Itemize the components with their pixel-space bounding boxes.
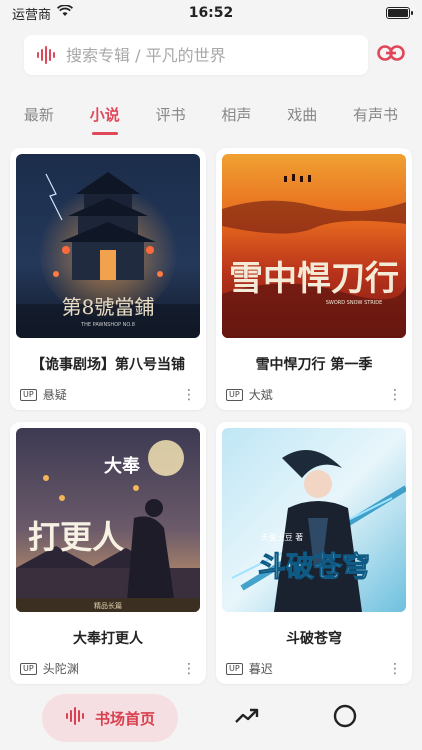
- album-author: 暮迟: [248, 662, 273, 676]
- album-cover[interactable]: 天蚕土豆 著 斗破苍穹: [222, 428, 406, 612]
- cover-title-text: 打更人: [28, 518, 124, 556]
- album-card[interactable]: 天蚕土豆 著 斗破苍穹 斗破苍穹 UP 暮迟 ⋮: [216, 422, 412, 684]
- search-input[interactable]: [66, 45, 326, 65]
- tab-crosstalk[interactable]: 相声: [217, 96, 255, 133]
- carrier-label: 运营商: [12, 7, 52, 23]
- nav-home-button[interactable]: 书场首页: [42, 694, 178, 742]
- link-button[interactable]: [374, 38, 408, 72]
- cover-subtitle-text: THE PAWNSHOP NO.8: [80, 322, 135, 328]
- tab-audiobook[interactable]: 有声书: [349, 96, 402, 133]
- tab-latest[interactable]: 最新: [20, 96, 58, 133]
- link-icon: [377, 45, 405, 65]
- status-bar: 运营商 16:52: [0, 0, 422, 26]
- album-cover[interactable]: 大奉 打更人 精品长篇: [16, 428, 200, 612]
- album-meta: UP 头陀渊 ⋮: [16, 660, 200, 677]
- album-title: 【诡事剧场】第八号当铺: [31, 357, 185, 373]
- cover-title-text: 雪中悍刀行: [229, 259, 399, 299]
- search-box[interactable]: [24, 35, 368, 75]
- album-title: 雪中悍刀行 第一季: [255, 357, 373, 373]
- status-left: 运营商: [12, 4, 74, 23]
- status-right: [386, 7, 413, 19]
- search-row: [24, 34, 408, 76]
- up-badge: UP: [20, 662, 37, 675]
- category-tabs: 最新 小说 评书 相声 戏曲 有声书: [0, 92, 422, 136]
- album-author: 大斌: [248, 388, 273, 402]
- cover-title-text: 斗破苍穹: [258, 550, 370, 583]
- nav-trending-button[interactable]: [234, 705, 260, 731]
- up-badge: UP: [20, 388, 37, 401]
- album-cover[interactable]: 第8號當鋪 THE PAWNSHOP NO.8: [16, 154, 200, 338]
- album-author: 悬疑: [42, 388, 67, 402]
- bottom-nav: 书场首页: [0, 686, 422, 750]
- trending-up-icon: [235, 708, 259, 728]
- wifi-icon: [56, 4, 74, 21]
- tab-opera[interactable]: 戏曲: [283, 96, 321, 133]
- more-vertical-icon[interactable]: ⋮: [182, 661, 196, 677]
- cover-subtitle-text: 精品长篇: [94, 601, 122, 610]
- more-vertical-icon[interactable]: ⋮: [182, 387, 196, 403]
- album-meta: UP 大斌 ⋮: [222, 386, 406, 403]
- album-meta: UP 暮迟 ⋮: [222, 660, 406, 677]
- more-vertical-icon[interactable]: ⋮: [388, 387, 402, 403]
- album-title: 大奉打更人: [73, 631, 143, 647]
- sound-wave-icon: [36, 46, 56, 64]
- album-card[interactable]: 第8號當鋪 THE PAWNSHOP NO.8 【诡事剧场】第八号当铺 UP 悬…: [10, 148, 206, 410]
- album-cover[interactable]: 雪中悍刀行 SWORD SNOW STRIDE: [222, 154, 406, 338]
- cover-top-text: 天蚕土豆 著: [261, 532, 304, 542]
- tab-storytelling[interactable]: 评书: [152, 96, 190, 133]
- more-vertical-icon[interactable]: ⋮: [388, 661, 402, 677]
- nav-home-label: 书场首页: [94, 709, 155, 728]
- up-badge: UP: [226, 662, 243, 675]
- album-meta: UP 悬疑 ⋮: [16, 386, 200, 403]
- album-author: 头陀渊: [42, 662, 79, 676]
- cover-subtitle-text: SWORD SNOW STRIDE: [326, 300, 383, 306]
- circle-icon: [333, 704, 357, 732]
- album-title: 斗破苍穹: [286, 631, 342, 647]
- album-card[interactable]: 大奉 打更人 精品长篇 大奉打更人 UP 头陀渊 ⋮: [10, 422, 206, 684]
- album-card[interactable]: 雪中悍刀行 SWORD SNOW STRIDE 雪中悍刀行 第一季 UP 大斌 …: [216, 148, 412, 410]
- sound-wave-icon: [65, 707, 85, 729]
- nav-profile-button[interactable]: [332, 704, 358, 732]
- cover-title-text: 第8號當鋪: [62, 295, 155, 319]
- cover-top-text: 大奉: [104, 455, 141, 477]
- album-grid: 第8號當鋪 THE PAWNSHOP NO.8 【诡事剧场】第八号当铺 UP 悬…: [10, 148, 412, 684]
- tab-novel[interactable]: 小说: [86, 96, 124, 133]
- up-badge: UP: [226, 388, 243, 401]
- battery-icon: [386, 7, 413, 19]
